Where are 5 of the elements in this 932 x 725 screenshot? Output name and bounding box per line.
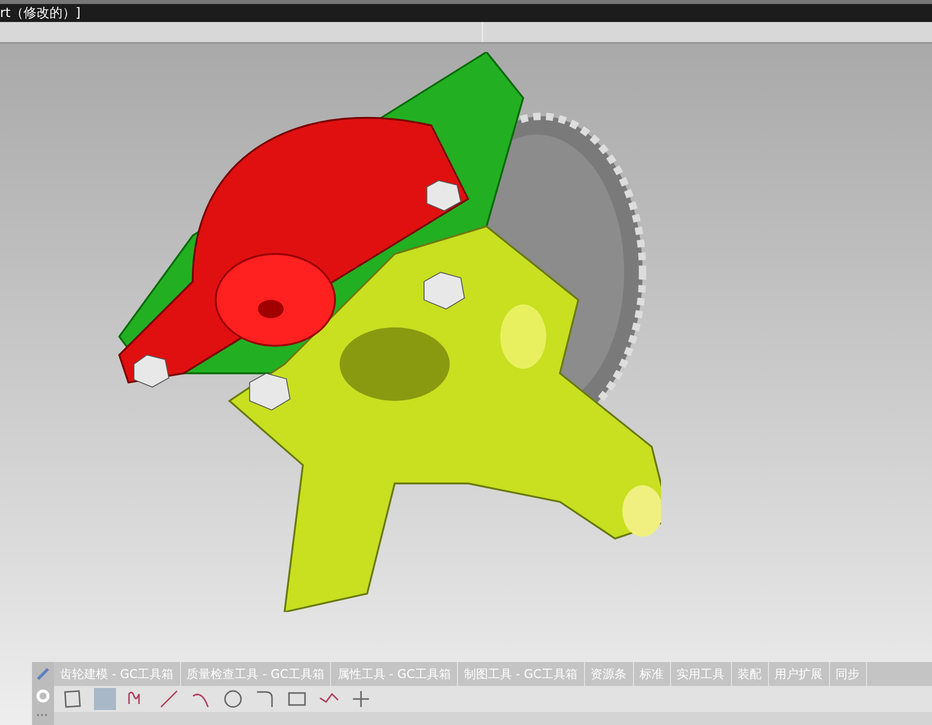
circle-icon[interactable] [222,688,244,710]
plus-icon[interactable] [350,688,372,710]
sketch-plane-icon[interactable] [62,688,84,710]
window-title: rt（修改的）] [0,6,81,20]
line-icon[interactable] [158,688,180,710]
